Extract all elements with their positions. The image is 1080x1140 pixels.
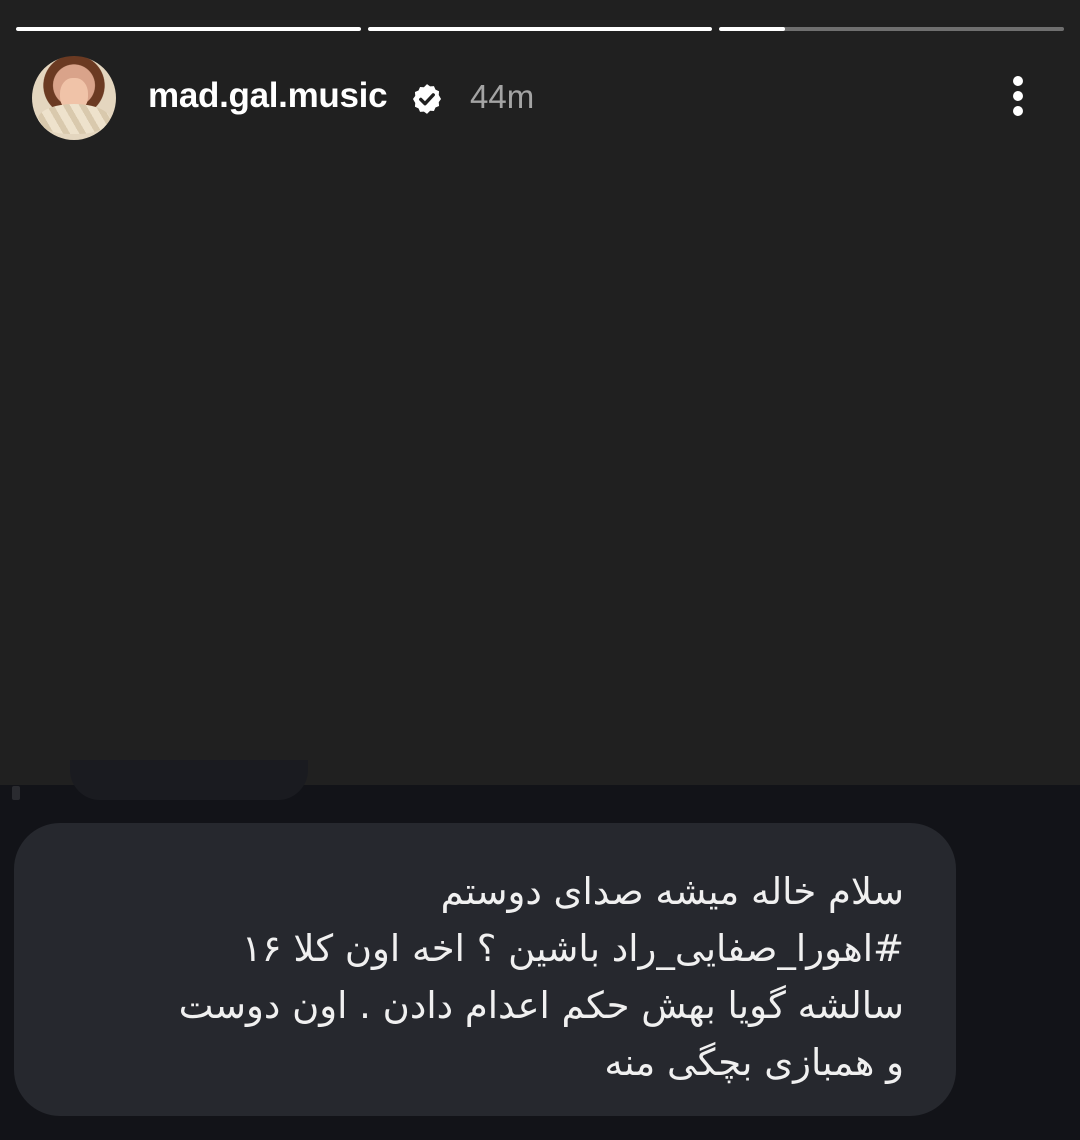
progress-segment	[719, 27, 1065, 31]
story-progress-bar	[16, 27, 1065, 31]
profile-avatar[interactable]	[32, 56, 116, 140]
username[interactable]: mad.gal.music	[148, 76, 388, 116]
progress-fill	[719, 27, 785, 31]
progress-fill	[367, 27, 713, 31]
story-timestamp: 44m	[470, 78, 535, 115]
more-vertical-icon	[1013, 91, 1023, 101]
progress-fill	[16, 27, 361, 31]
avatar-scarf	[38, 104, 110, 134]
more-options-button[interactable]	[1000, 70, 1036, 122]
story-viewer[interactable]: mad.gal.music 44m	[0, 0, 1080, 785]
progress-segment	[16, 27, 361, 31]
message-line: #اهورا_صفایی_راد باشین ؟ اخه اون کلا ۱۶	[241, 927, 904, 970]
message-bubble: سلام خاله میشه صدای دوستم #اهورا_صفایی_ر…	[14, 823, 956, 1116]
message-text: سلام خاله میشه صدای دوستم #اهورا_صفایی_ر…	[44, 863, 904, 1091]
more-vertical-icon	[1013, 76, 1023, 86]
message-line: سلام خاله میشه صدای دوستم	[440, 870, 904, 913]
previous-message-bubble	[70, 760, 308, 800]
scroll-indicator	[12, 786, 20, 800]
more-vertical-icon	[1013, 106, 1023, 116]
verified-badge-icon	[412, 84, 442, 114]
progress-segment	[367, 27, 713, 31]
message-line: و همبازی بچگی منه	[604, 1041, 904, 1084]
message-line: سالشه گویا بهش حکم اعدام دادن . اون دوست	[178, 984, 904, 1027]
